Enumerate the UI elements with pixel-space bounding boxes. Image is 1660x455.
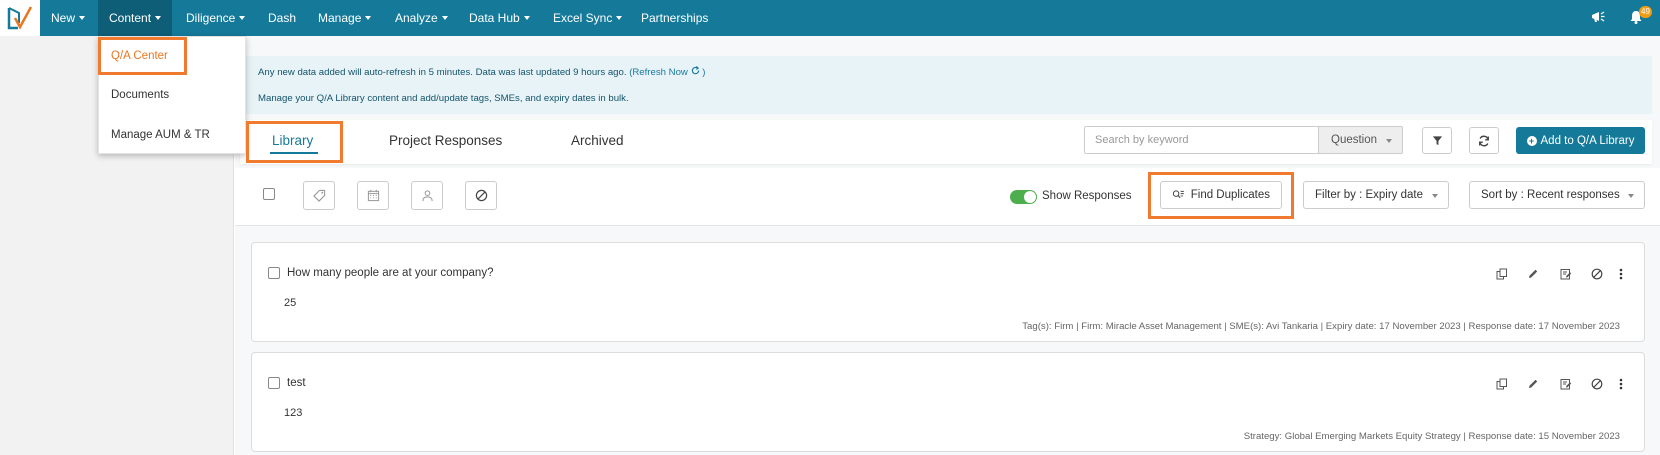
- card-checkbox[interactable]: [268, 377, 280, 389]
- top-nav: New Content Diligence Dash Manage Analyz…: [0, 0, 1660, 36]
- calendar-icon: [367, 189, 379, 202]
- menu-item-manage-aum-tr[interactable]: Manage AUM & TR: [111, 129, 210, 141]
- content-dropdown-menu: Q/A Center Documents Manage AUM & TR: [98, 36, 246, 154]
- bulk-expiry-date-button[interactable]: [357, 181, 389, 210]
- add-to-library-button[interactable]: + Add to Q/A Library: [1516, 127, 1645, 154]
- refresh-now-link[interactable]: (Refresh Now ): [629, 66, 705, 78]
- chevron-down-icon: [365, 16, 372, 20]
- bulk-archive-button[interactable]: [465, 181, 497, 210]
- refresh-text: Any new data added will auto-refresh in …: [258, 67, 627, 78]
- copy-icon[interactable]: [1495, 267, 1509, 281]
- card-checkbox[interactable]: [268, 267, 280, 279]
- tab-library[interactable]: Library: [272, 133, 313, 148]
- info-banner: [240, 56, 1652, 114]
- announcement-icon[interactable]: [1590, 9, 1606, 30]
- card-question[interactable]: How many people are at your company?: [287, 267, 493, 279]
- archive-icon[interactable]: [1590, 267, 1604, 281]
- more-vertical-icon[interactable]: [1614, 377, 1628, 391]
- chevron-down-icon: [523, 16, 530, 20]
- edit-icon[interactable]: [1526, 267, 1540, 281]
- card-answer: 123: [284, 407, 303, 419]
- find-duplicates-label: Find Duplicates: [1190, 189, 1270, 201]
- nav-content[interactable]: Content: [98, 0, 173, 36]
- filter-icon: [1432, 136, 1442, 146]
- user-icon: [421, 190, 433, 202]
- nav-diligence[interactable]: Diligence: [175, 0, 256, 36]
- chevron-down-icon: [155, 16, 162, 20]
- chevron-down-icon: [441, 16, 448, 20]
- more-vertical-icon[interactable]: [1614, 267, 1628, 281]
- app-logo[interactable]: [0, 0, 40, 36]
- search-type-value: Question: [1331, 134, 1378, 146]
- nav-manage[interactable]: Manage: [307, 0, 382, 36]
- bulk-sme-button[interactable]: [411, 181, 443, 210]
- chevron-down-icon: [1628, 194, 1634, 198]
- filter-button[interactable]: [1422, 127, 1452, 154]
- card-question[interactable]: test: [287, 377, 306, 389]
- plus-circle-icon: +: [1526, 135, 1537, 146]
- find-duplicates-button[interactable]: Find Duplicates: [1160, 181, 1282, 209]
- chevron-down-icon: [1386, 139, 1392, 143]
- card-meta: Tag(s): Firm | Firm: Miracle Asset Manag…: [1022, 321, 1620, 332]
- copy-icon[interactable]: [1495, 377, 1509, 391]
- bulk-tag-button[interactable]: [303, 181, 335, 210]
- edit-icon[interactable]: [1526, 377, 1540, 391]
- chevron-down-icon: [79, 16, 86, 20]
- card-meta: Strategy: Global Emerging Markets Equity…: [1243, 431, 1620, 442]
- filter-by-value: Filter by : Expiry date: [1315, 189, 1424, 201]
- show-responses-label: Show Responses: [1042, 190, 1132, 202]
- nav-excel-sync[interactable]: Excel Sync: [542, 0, 633, 36]
- tab-project-responses[interactable]: Project Responses: [389, 133, 502, 148]
- tab-archived[interactable]: Archived: [571, 133, 624, 148]
- refresh-icon: [1479, 135, 1489, 146]
- sort-by-value: Sort by : Recent responses: [1481, 189, 1620, 201]
- nav-dash[interactable]: Dash: [257, 0, 307, 36]
- tag-icon: [312, 189, 325, 202]
- ban-icon: [475, 189, 487, 202]
- select-all-checkbox[interactable]: [263, 188, 275, 200]
- chevron-down-icon: [1432, 194, 1438, 198]
- find-duplicates-icon: [1172, 190, 1184, 199]
- nav-data-hub[interactable]: Data Hub: [458, 0, 541, 36]
- active-tab-indicator: [270, 152, 318, 154]
- toggle-knob: [1024, 191, 1036, 203]
- manage-info: Manage your Q/A Library content and add/…: [258, 93, 629, 104]
- chevron-down-icon: [616, 16, 623, 20]
- refresh-info: Any new data added will auto-refresh in …: [258, 66, 705, 78]
- edit-note-icon[interactable]: [1559, 267, 1573, 281]
- sort-by-select[interactable]: Sort by : Recent responses: [1469, 181, 1645, 209]
- refresh-button[interactable]: [1469, 127, 1499, 154]
- add-button-label: Add to Q/A Library: [1540, 134, 1635, 147]
- nav-partnerships[interactable]: Partnerships: [630, 0, 719, 36]
- card-answer: 25: [284, 297, 297, 309]
- menu-item-documents[interactable]: Documents: [111, 89, 169, 101]
- refresh-icon: [691, 66, 699, 75]
- archive-icon[interactable]: [1590, 377, 1604, 391]
- show-responses-toggle[interactable]: [1010, 190, 1037, 204]
- filter-by-select[interactable]: Filter by : Expiry date: [1303, 181, 1449, 209]
- chevron-down-icon: [239, 16, 246, 20]
- search-type-select[interactable]: Question: [1318, 126, 1403, 154]
- nav-new[interactable]: New: [40, 0, 96, 36]
- edit-note-icon[interactable]: [1559, 377, 1573, 391]
- logo-icon: [7, 6, 33, 30]
- search-input[interactable]: [1084, 126, 1319, 154]
- notification-badge: 49: [1639, 6, 1652, 18]
- menu-item-qa-center[interactable]: Q/A Center: [111, 50, 168, 62]
- nav-analyze[interactable]: Analyze: [384, 0, 459, 36]
